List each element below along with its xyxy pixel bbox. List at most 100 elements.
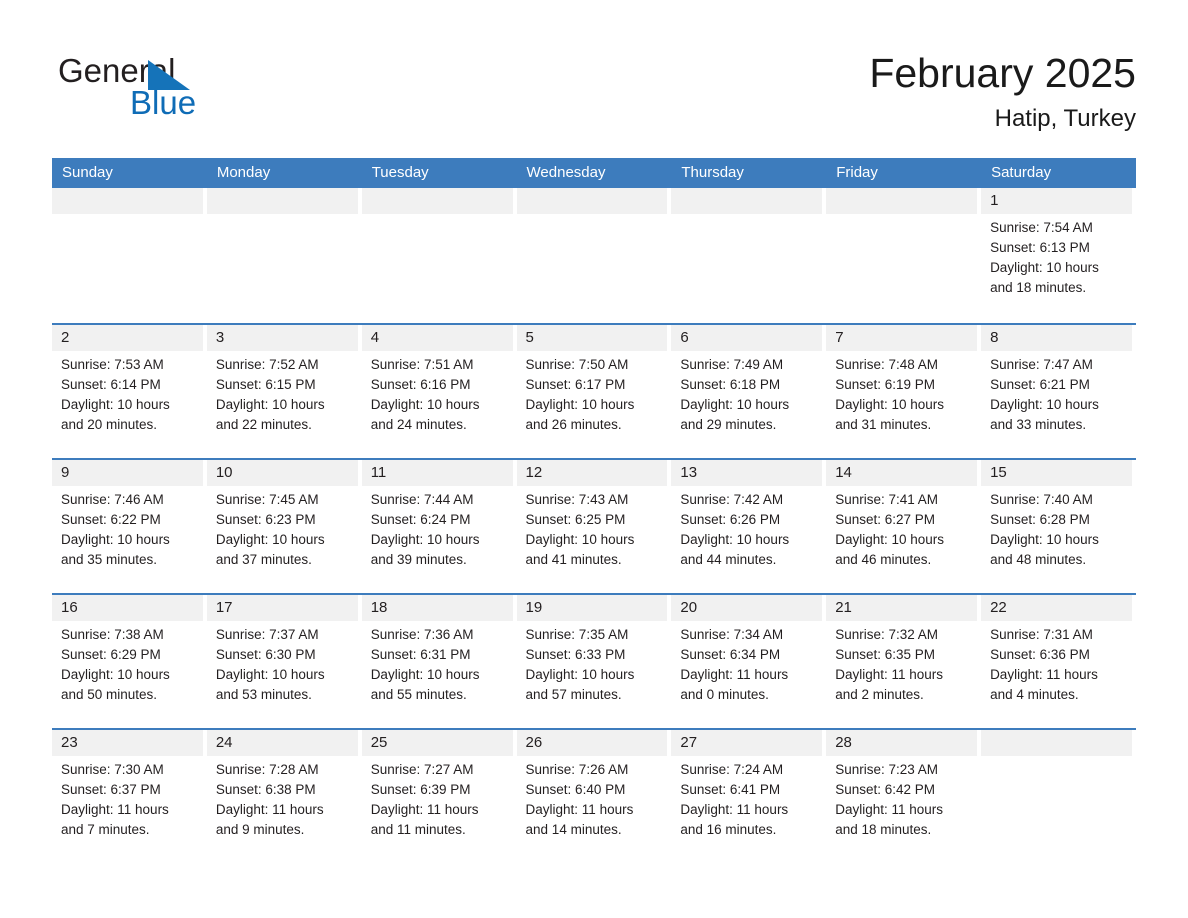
day-inner: 22 Sunrise: 7:31 AM Sunset: 6:36 PM Dayligh… [981, 595, 1132, 728]
day-number: 28 [826, 730, 978, 756]
day-details: Sunrise: 7:37 AM Sunset: 6:30 PM Daylight:… [207, 621, 358, 705]
daylight-duration-line2: and 11 minutes. [370, 822, 466, 837]
day-details: Sunrise: 7:38 AM Sunset: 6:29 PM Daylight:… [52, 621, 203, 705]
day-cell[interactable]: 25 Sunrise: 7:27 AM Sunset: 6:39 PM Dayligh… [361, 730, 517, 863]
daylight-duration-line2: and 18 minutes. [835, 822, 932, 837]
day-details [207, 214, 358, 218]
day-number: 17 [206, 595, 358, 621]
day-cell[interactable]: 13 Sunrise: 7:42 AM Sunset: 6:26 PM Dayligh… [671, 460, 826, 593]
day-details: Sunrise: 7:27 AM Sunset: 6:39 PM Daylight:… [362, 756, 513, 840]
day-cell[interactable]: 8 Sunrise: 7:47 AM Sunset: 6:21 PM Daylight… [981, 325, 1136, 458]
day-cell[interactable]: 28 Sunrise: 7:23 AM Sunset: 6:42 PM Dayligh… [826, 730, 981, 863]
day-cell[interactable]: 12 Sunrise: 7:43 AM Sunset: 6:25 PM Dayligh… [516, 460, 672, 593]
day-details [362, 214, 513, 218]
day-cell[interactable]: 5 Sunrise: 7:50 AM Sunset: 6:17 PM Daylight… [516, 325, 672, 458]
sunset-time: Sunset: 6:33 PM [525, 647, 626, 662]
daylight-duration-line2: and 53 minutes. [215, 687, 312, 702]
day-inner: 18 Sunrise: 7:36 AM Sunset: 6:31 PM Dayligh… [361, 595, 513, 728]
weeks-container: 1 Sunrise: 7:54 AM Sunset: 6:13 PM Daylight… [52, 188, 1136, 863]
day-cell[interactable]: 23 Sunrise: 7:30 AM Sunset: 6:37 PM Dayligh… [52, 730, 207, 863]
day-inner: 8 Sunrise: 7:47 AM Sunset: 6:21 PM Daylight… [981, 325, 1132, 458]
sunrise-time: Sunrise: 7:30 AM [61, 762, 164, 777]
day-details: Sunrise: 7:40 AM Sunset: 6:28 PM Daylight:… [981, 486, 1132, 570]
day-cell[interactable]: 20 Sunrise: 7:34 AM Sunset: 6:34 PM Dayligh… [671, 595, 826, 728]
day-cell[interactable]: 10 Sunrise: 7:45 AM Sunset: 6:23 PM Dayligh… [206, 460, 362, 593]
day-cell[interactable]: 16 Sunrise: 7:38 AM Sunset: 6:29 PM Dayligh… [52, 595, 207, 728]
day-number: 3 [206, 325, 358, 351]
day-cell[interactable]: 22 Sunrise: 7:31 AM Sunset: 6:36 PM Dayligh… [981, 595, 1136, 728]
daylight-duration-line2: and 20 minutes. [61, 417, 158, 432]
sunrise-time: Sunrise: 7:47 AM [990, 357, 1093, 372]
day-cell[interactable]: 9 Sunrise: 7:46 AM Sunset: 6:22 PM Daylight… [52, 460, 207, 593]
day-cell[interactable]: 6 Sunrise: 7:49 AM Sunset: 6:18 PM Daylight… [671, 325, 826, 458]
day-details: Sunrise: 7:54 AM Sunset: 6:13 PM Daylight:… [981, 214, 1132, 298]
daylight-duration-line1: Daylight: 11 hours [835, 802, 944, 817]
day-details: Sunrise: 7:52 AM Sunset: 6:15 PM Daylight:… [207, 351, 358, 435]
daylight-duration-line1: Daylight: 11 hours [61, 802, 169, 817]
day-cell[interactable]: 18 Sunrise: 7:36 AM Sunset: 6:31 PM Dayligh… [361, 595, 517, 728]
sunrise-time: Sunrise: 7:54 AM [990, 220, 1093, 235]
day-number: 23 [52, 730, 203, 756]
day-details: Sunrise: 7:51 AM Sunset: 6:16 PM Daylight:… [362, 351, 513, 435]
day-number: 25 [361, 730, 513, 756]
day-cell[interactable]: 14 Sunrise: 7:41 AM Sunset: 6:27 PM Dayligh… [826, 460, 981, 593]
title-block: February 2025 Hatip, Turkey [869, 48, 1136, 134]
daylight-duration-line2: and 4 minutes. [990, 687, 1079, 702]
daylight-duration-line1: Daylight: 11 hours [215, 802, 324, 817]
day-cell-empty [981, 730, 1136, 863]
day-cell[interactable]: 19 Sunrise: 7:35 AM Sunset: 6:33 PM Dayligh… [516, 595, 672, 728]
day-details: Sunrise: 7:43 AM Sunset: 6:25 PM Daylight:… [517, 486, 668, 570]
sunset-time: Sunset: 6:30 PM [215, 647, 316, 662]
sunset-time: Sunset: 6:26 PM [680, 512, 781, 527]
day-cell[interactable]: 1 Sunrise: 7:54 AM Sunset: 6:13 PM Daylight… [981, 188, 1136, 323]
day-number: 2 [52, 325, 203, 351]
day-inner: 11 Sunrise: 7:44 AM Sunset: 6:24 PM Dayligh… [361, 460, 513, 593]
day-details [671, 214, 822, 218]
day-number: 1 [981, 188, 1132, 214]
day-inner [52, 188, 203, 323]
daylight-duration-line2: and 24 minutes. [370, 417, 467, 432]
sunrise-time: Sunrise: 7:37 AM [215, 627, 319, 642]
day-number: 13 [671, 460, 823, 486]
day-cell[interactable]: 26 Sunrise: 7:26 AM Sunset: 6:40 PM Dayligh… [516, 730, 672, 863]
day-details: Sunrise: 7:31 AM Sunset: 6:36 PM Daylight:… [981, 621, 1132, 705]
day-number: 6 [671, 325, 823, 351]
sunrise-time: Sunrise: 7:44 AM [370, 492, 474, 507]
day-inner: 7 Sunrise: 7:48 AM Sunset: 6:19 PM Daylight… [826, 325, 978, 458]
day-cell[interactable]: 7 Sunrise: 7:48 AM Sunset: 6:19 PM Daylight… [826, 325, 981, 458]
sunset-time: Sunset: 6:17 PM [525, 377, 626, 392]
calendar-grid: Sunday Monday Tuesday Wednesday Thursday… [52, 158, 1136, 863]
daylight-duration-line1: Daylight: 10 hours [990, 397, 1099, 412]
day-cell[interactable]: 2 Sunrise: 7:53 AM Sunset: 6:14 PM Daylight… [52, 325, 207, 458]
day-cell[interactable]: 15 Sunrise: 7:40 AM Sunset: 6:28 PM Dayligh… [981, 460, 1136, 593]
week-row: 2 Sunrise: 7:53 AM Sunset: 6:14 PM Daylight… [52, 323, 1136, 458]
day-cell[interactable]: 11 Sunrise: 7:44 AM Sunset: 6:24 PM Dayligh… [361, 460, 517, 593]
day-cell[interactable]: 17 Sunrise: 7:37 AM Sunset: 6:30 PM Dayligh… [206, 595, 362, 728]
day-inner: 1 Sunrise: 7:54 AM Sunset: 6:13 PM Daylight… [981, 188, 1132, 323]
day-number [981, 730, 1132, 756]
daylight-duration-line2: and 0 minutes. [680, 687, 769, 702]
day-number [826, 188, 978, 214]
sunset-time: Sunset: 6:42 PM [835, 782, 936, 797]
logo-text-blue: Blue [130, 84, 197, 121]
day-cell[interactable]: 27 Sunrise: 7:24 AM Sunset: 6:41 PM Dayligh… [671, 730, 826, 863]
sunrise-time: Sunrise: 7:32 AM [835, 627, 939, 642]
day-inner [206, 188, 358, 323]
daylight-duration-line1: Daylight: 10 hours [680, 532, 790, 547]
day-details: Sunrise: 7:44 AM Sunset: 6:24 PM Daylight:… [362, 486, 513, 570]
day-cell[interactable]: 21 Sunrise: 7:32 AM Sunset: 6:35 PM Dayligh… [826, 595, 981, 728]
daylight-duration-line2: and 39 minutes. [370, 552, 467, 567]
day-details [517, 214, 668, 218]
daylight-duration-line2: and 50 minutes. [61, 687, 158, 702]
day-number: 22 [981, 595, 1132, 621]
day-inner: 23 Sunrise: 7:30 AM Sunset: 6:37 PM Dayligh… [52, 730, 203, 863]
daylight-duration-line1: Daylight: 11 hours [990, 667, 1098, 682]
weekday-header-saturday: Saturday [991, 164, 1052, 181]
day-cell-empty [826, 188, 981, 323]
day-cell[interactable]: 4 Sunrise: 7:51 AM Sunset: 6:16 PM Daylight… [361, 325, 517, 458]
day-details: Sunrise: 7:50 AM Sunset: 6:17 PM Daylight:… [517, 351, 668, 435]
sunrise-time: Sunrise: 7:51 AM [370, 357, 474, 372]
day-cell[interactable]: 3 Sunrise: 7:52 AM Sunset: 6:15 PM Daylight… [206, 325, 362, 458]
day-details: Sunrise: 7:23 AM Sunset: 6:42 PM Daylight:… [826, 756, 977, 840]
day-cell[interactable]: 24 Sunrise: 7:28 AM Sunset: 6:38 PM Dayligh… [206, 730, 362, 863]
